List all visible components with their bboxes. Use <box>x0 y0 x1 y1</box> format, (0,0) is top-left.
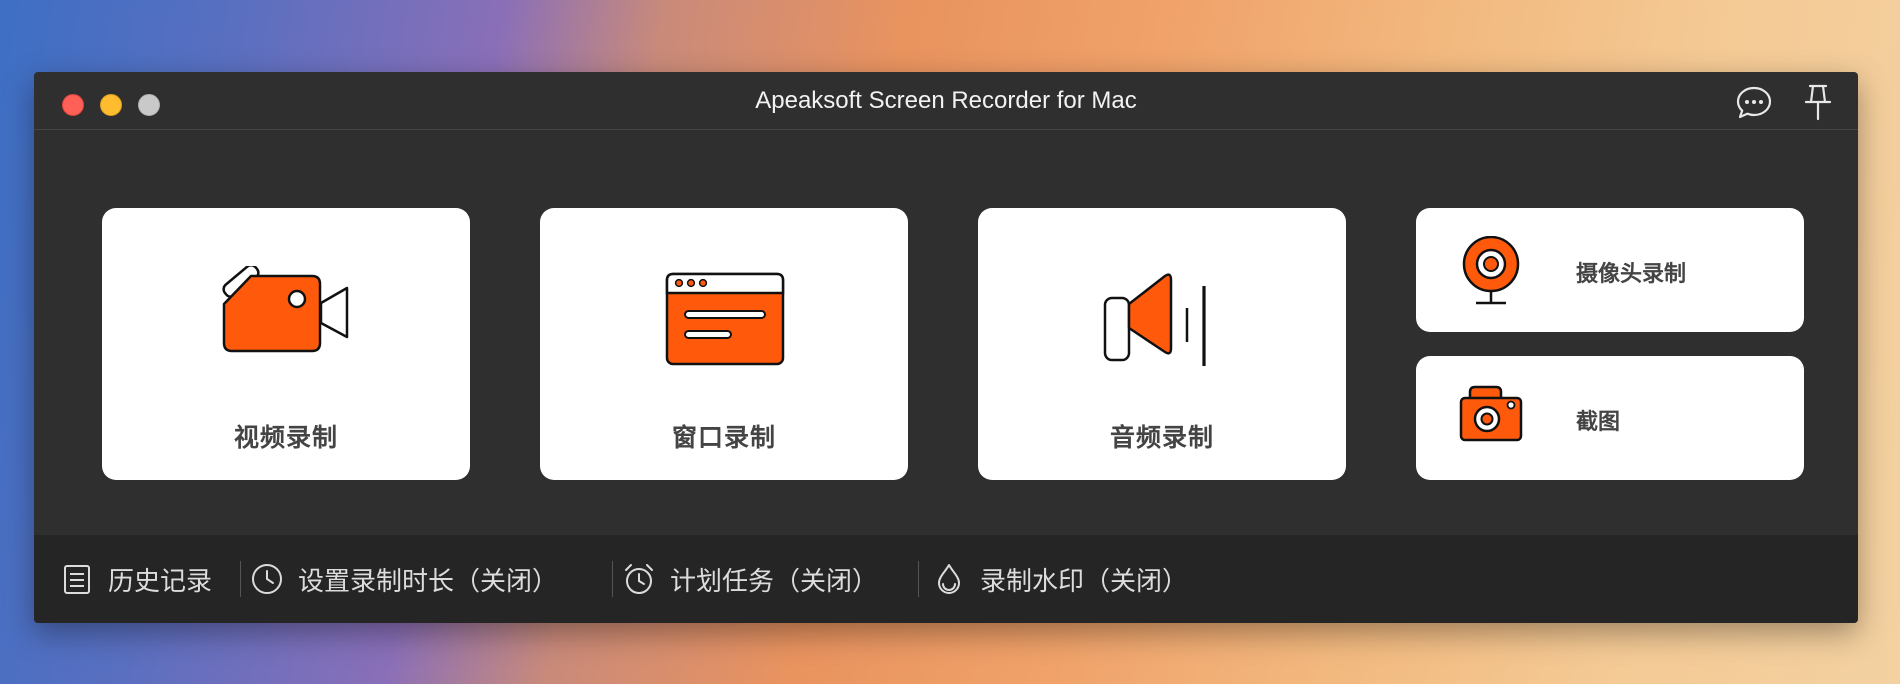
divider <box>612 561 613 597</box>
camera-icon <box>1459 385 1523 442</box>
recording-duration-button[interactable]: 设置录制时长（关闭） <box>250 559 558 599</box>
window-recorder-label: 窗口录制 <box>671 423 776 452</box>
window-recorder-card[interactable]: 窗口录制 <box>540 208 908 480</box>
divider <box>918 561 919 597</box>
watermark-label: 录制水印（关闭） <box>980 566 1189 597</box>
watermark-button[interactable]: 录制水印（关闭） <box>932 559 1188 599</box>
schedule-task-label: 计划任务（关闭） <box>670 566 879 597</box>
recording-duration-label: 设置录制时长（关闭） <box>298 566 559 597</box>
webcam-recorder-card[interactable]: 摄像头录制 <box>1416 208 1804 332</box>
title-bar: Apeaksoft Screen Recorder for Mac <box>34 72 1858 130</box>
pin-icon[interactable] <box>1798 82 1838 122</box>
bottom-toolbar: 历史记录 设置录制时长（关闭） 计划任务（关闭） 录制水印（关闭） <box>34 535 1858 623</box>
schedule-task-button[interactable]: 计划任务（关闭） <box>622 559 878 599</box>
webcam-recorder-label: 摄像头录制 <box>1576 262 1687 287</box>
water-drop-icon <box>938 564 960 594</box>
speaker-icon <box>1103 273 1206 366</box>
alarm-clock-icon <box>625 564 653 594</box>
app-window: Apeaksoft Screen Recorder for Mac 视频录制 窗… <box>34 72 1858 623</box>
webcam-icon <box>1462 236 1520 305</box>
snapshot-label: 截图 <box>1576 410 1621 435</box>
audio-recorder-label: 音频录制 <box>1109 423 1214 452</box>
browser-window-icon <box>665 272 785 366</box>
history-button[interactable]: 历史记录 <box>60 559 212 599</box>
video-recorder-label: 视频录制 <box>233 423 338 452</box>
video-camera-icon <box>222 266 349 353</box>
window-title: Apeaksoft Screen Recorder for Mac <box>755 87 1137 114</box>
clock-icon <box>252 564 282 594</box>
video-recorder-card[interactable]: 视频录制 <box>102 208 470 480</box>
chat-bubble-icon[interactable] <box>1734 82 1774 122</box>
history-label: 历史记录 <box>108 566 213 597</box>
snapshot-card[interactable]: 截图 <box>1416 356 1804 480</box>
list-icon <box>64 565 90 594</box>
audio-recorder-card[interactable]: 音频录制 <box>978 208 1346 480</box>
divider <box>240 561 241 597</box>
